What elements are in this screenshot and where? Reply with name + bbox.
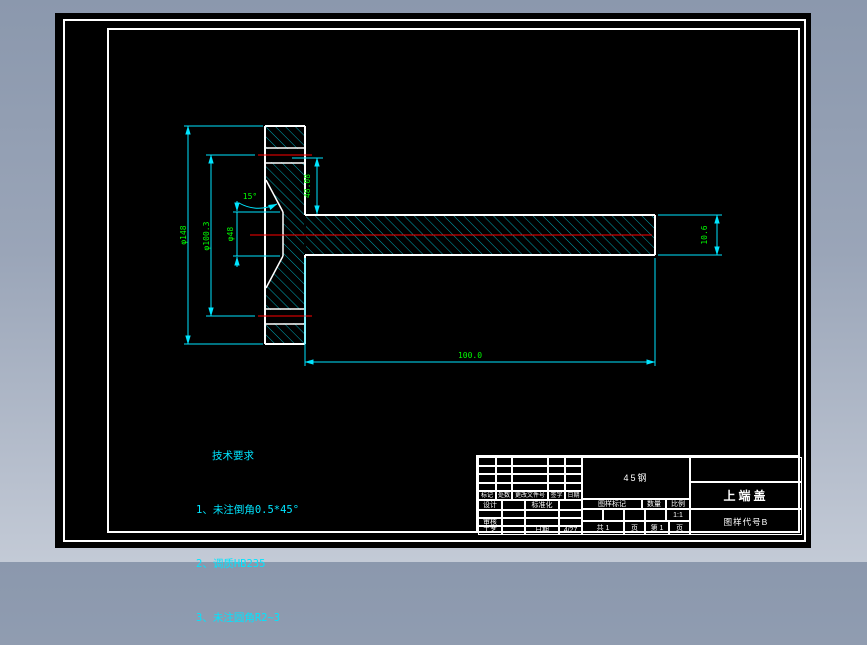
rev-col-mark: 标记 (478, 491, 496, 500)
blank-cell (582, 509, 603, 521)
scale-value: 1:1 (666, 509, 690, 521)
blank-cell (559, 518, 582, 526)
blank-cell (559, 510, 582, 518)
tech-req-item: 3、未注圆角R2~3 (196, 612, 281, 624)
dim-shaft-end: 10.6 (700, 225, 709, 244)
blank-cell (603, 509, 624, 521)
dim-shaft-length: 100.0 (458, 351, 482, 360)
dim-taper-angle: 15° (243, 192, 257, 201)
process-label: 工艺 (478, 526, 502, 535)
company-cell (690, 457, 802, 482)
qty-label: 数量 (642, 499, 666, 509)
sheet-page-label: 页 (669, 521, 690, 535)
blank-cell (645, 509, 666, 521)
standardization-label: 标准化 (525, 500, 559, 510)
drawing-code: 图样代号B (690, 509, 802, 535)
blank-cell (502, 510, 525, 518)
technical-requirements: 技术要求 1、未注倒角0.5*45° 2、调质HB235 3、未注圆角R2~3 (196, 411, 299, 645)
standardization-cell (559, 500, 582, 510)
sheet-page-label: 页 (624, 521, 645, 535)
design-name-cell (502, 500, 525, 510)
rev-col-count: 处数 (496, 491, 512, 500)
design-label: 设计 (478, 500, 502, 510)
material-cell: 45钢 (582, 457, 690, 499)
mark-label: 图样标记 (582, 499, 642, 509)
sheet-total: 共 1 (582, 521, 624, 535)
dim-bolt-circle: φ100.3 (202, 221, 211, 250)
part-name: 上端盖 (690, 482, 802, 509)
audit-label: 审核 (478, 518, 502, 526)
scale-label: 比例 (666, 499, 690, 509)
title-block: 标记 处数 更改文件号 签字 日期 设计 标准化 审核 工艺 日期 4/27 4… (476, 455, 802, 535)
tech-req-title: 技术要求 (212, 450, 254, 462)
tech-req-item: 2、调质HB235 (196, 558, 266, 570)
sheet-no: 第 1 (645, 521, 669, 535)
dim-flange-od: φ148 (179, 225, 188, 244)
dimension-texts: φ148 φ100.3 φ48 15° 48.08 100.0 10.6 (179, 174, 709, 360)
date-label: 日期 (525, 526, 559, 535)
blank-cell (478, 510, 502, 518)
rev-col-file: 更改文件号 (512, 491, 548, 500)
tech-req-item: 1、未注倒角0.5*45° (196, 504, 300, 516)
blank-cell (502, 518, 525, 526)
blank-cell (525, 518, 559, 526)
dim-hub-depth: 48.08 (303, 174, 312, 198)
rev-col-sign: 签字 (548, 491, 565, 500)
revision-table (478, 457, 582, 491)
cad-viewer-window: { "colors": { "background_top": "#8B98AD… (0, 0, 867, 624)
date-value: 4/27 (559, 526, 582, 535)
blank-cell (525, 510, 559, 518)
rev-col-date: 日期 (565, 491, 582, 500)
blank-cell (502, 526, 525, 535)
blank-cell (624, 509, 645, 521)
dim-bore: φ48 (226, 227, 235, 242)
